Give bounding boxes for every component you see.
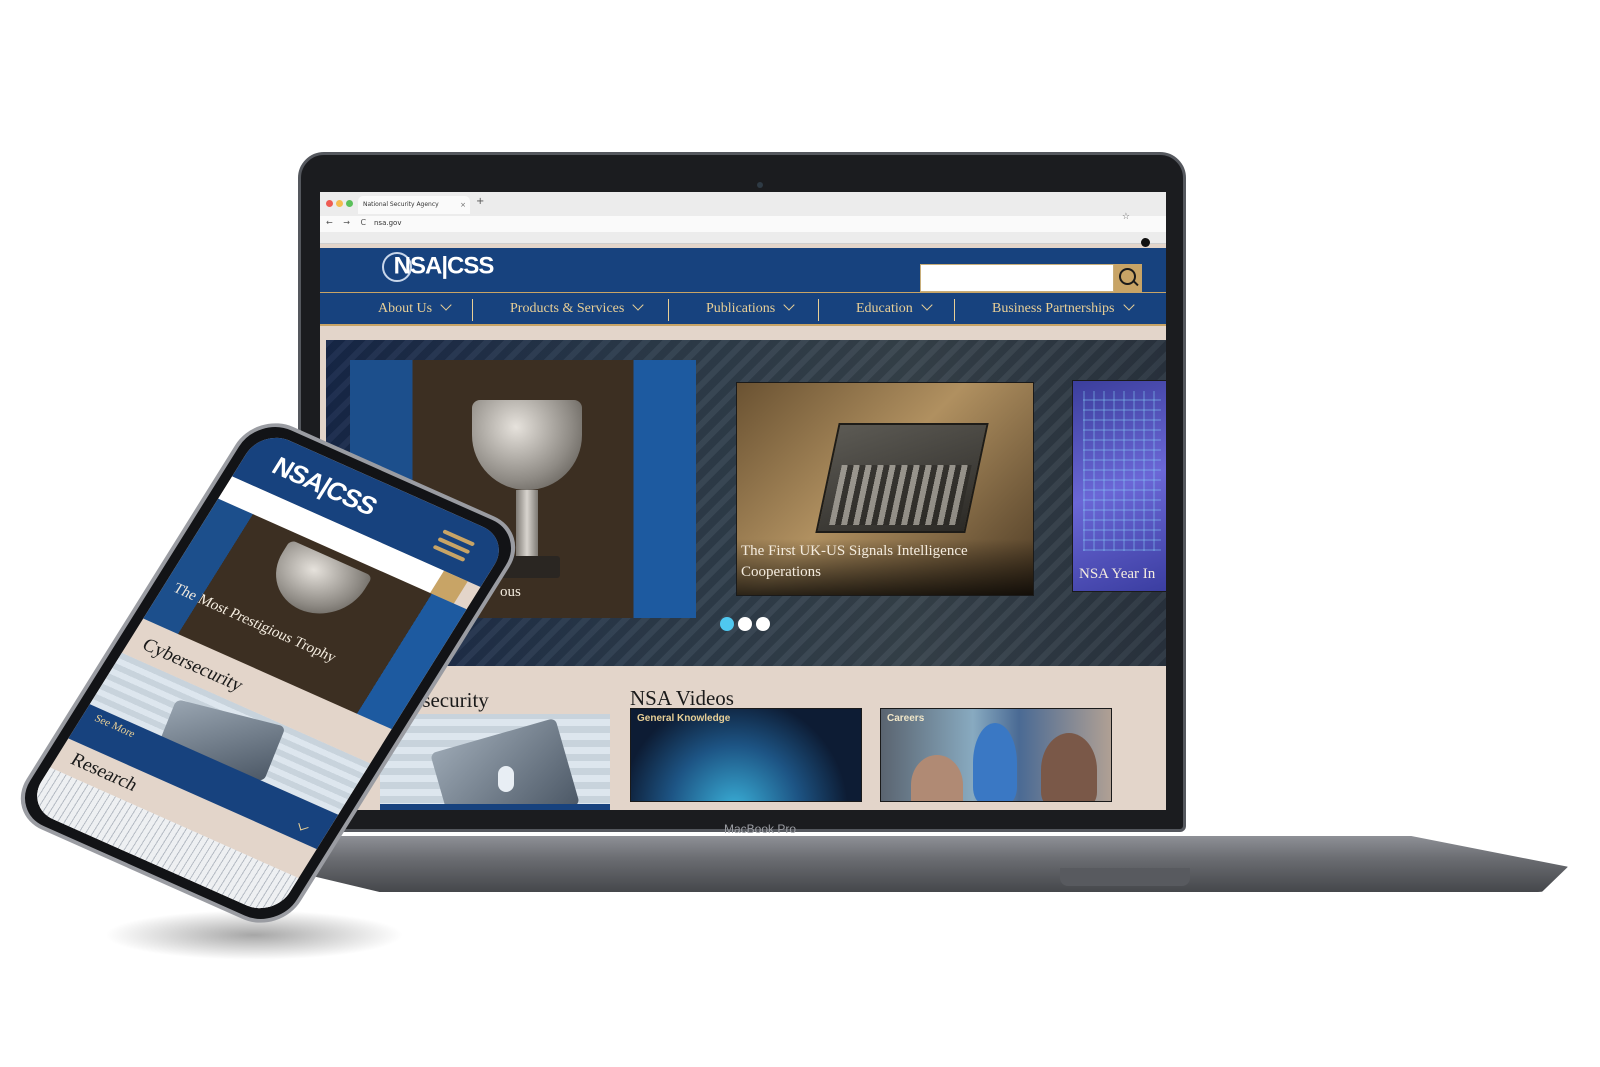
search-icon[interactable]	[1114, 264, 1142, 292]
nav-label: About Us	[378, 301, 433, 316]
site-search-input[interactable]	[920, 264, 1114, 292]
video-tile-careers[interactable]: Careers	[880, 708, 1112, 802]
carousel-dot[interactable]	[756, 617, 770, 631]
chevron-down-icon	[298, 820, 309, 831]
nav-divider	[818, 299, 819, 321]
cybersecurity-tile[interactable]	[380, 714, 610, 810]
nav-divider	[954, 299, 955, 321]
nav-item-publications[interactable]: Publications	[706, 299, 795, 317]
nav-label: Publications	[706, 301, 776, 316]
video-tile-general-knowledge[interactable]: General Knowledge	[630, 708, 862, 802]
carousel-slide-year-in-review[interactable]: NSA Year In	[1072, 380, 1166, 592]
nav-item-about-us[interactable]: About Us	[378, 299, 452, 317]
address-bar[interactable]: ← → C nsa.gov	[320, 216, 1166, 232]
carousel-dot[interactable]	[720, 617, 734, 631]
nav-label: Business Partnerships	[992, 301, 1115, 316]
chevron-down-icon	[440, 299, 452, 311]
url-text[interactable]: nsa.gov	[374, 219, 401, 227]
browser-chrome: National Security Agency × + ← → C nsa.g…	[320, 192, 1166, 244]
laptop-notch	[1060, 868, 1190, 886]
nav-divider	[472, 299, 473, 321]
browser-nav-icons[interactable]: ← → C	[326, 218, 370, 227]
person-image	[973, 723, 1017, 801]
profile-avatar[interactable]	[1141, 238, 1150, 247]
carousel-dot[interactable]	[738, 617, 752, 631]
browser-tab[interactable]: National Security Agency ×	[358, 196, 470, 214]
new-tab-button[interactable]: +	[476, 196, 484, 207]
nsa-logo[interactable]: NSA|CSS	[382, 252, 495, 282]
nav-label: Products & Services	[510, 301, 625, 316]
trophy-image	[472, 400, 582, 490]
enigma-machine-image	[815, 423, 989, 533]
tab-close-icon[interactable]: ×	[460, 196, 466, 214]
building-image	[1083, 391, 1161, 551]
hamburger-menu-icon[interactable]	[430, 529, 476, 566]
enigma-keys	[829, 465, 972, 525]
video-label: General Knowledge	[637, 713, 731, 724]
slide-caption: The First UK-US Signals Intelligence Coo…	[741, 543, 968, 580]
video-label: Careers	[887, 713, 925, 724]
person-image	[1041, 733, 1097, 801]
chevron-down-icon	[921, 299, 933, 311]
bookmark-star-icon[interactable]: ☆	[1122, 212, 1130, 222]
trophy-stem	[516, 490, 538, 560]
carousel-dots	[720, 616, 774, 635]
site-header: NSA|CSS	[320, 248, 1166, 292]
slide-caption: NSA Year In	[1079, 566, 1156, 582]
person-image	[911, 755, 963, 801]
laptop-brand-label: MacBook Pro	[723, 822, 797, 836]
carousel-slide-enigma[interactable]: The First UK-US Signals Intelligence Coo…	[736, 382, 1034, 596]
nav-item-products-services[interactable]: Products & Services	[510, 299, 644, 317]
main-nav: About Us Products & Services Publication…	[320, 292, 1166, 326]
nav-item-business-partnerships[interactable]: Business Partnerships	[992, 299, 1135, 317]
window-maximize-icon[interactable]	[346, 200, 353, 207]
chevron-down-icon	[632, 299, 644, 311]
nav-item-education[interactable]: Education	[856, 299, 933, 317]
slide-caption: ous	[500, 584, 521, 600]
chevron-down-icon	[783, 299, 795, 311]
padlock-image	[430, 717, 580, 810]
keyhole-icon	[498, 766, 514, 792]
chevron-down-icon	[1122, 299, 1135, 311]
window-minimize-icon[interactable]	[336, 200, 343, 207]
laptop-base	[262, 836, 1568, 892]
laptop-camera	[757, 182, 763, 188]
nav-label: Education	[856, 301, 913, 316]
window-close-icon[interactable]	[326, 200, 333, 207]
logo-text: NSA|CSS	[393, 252, 495, 280]
tile-caption-bar	[380, 804, 610, 810]
browser-tab-title: National Security Agency	[363, 201, 439, 208]
nav-divider	[668, 299, 669, 321]
